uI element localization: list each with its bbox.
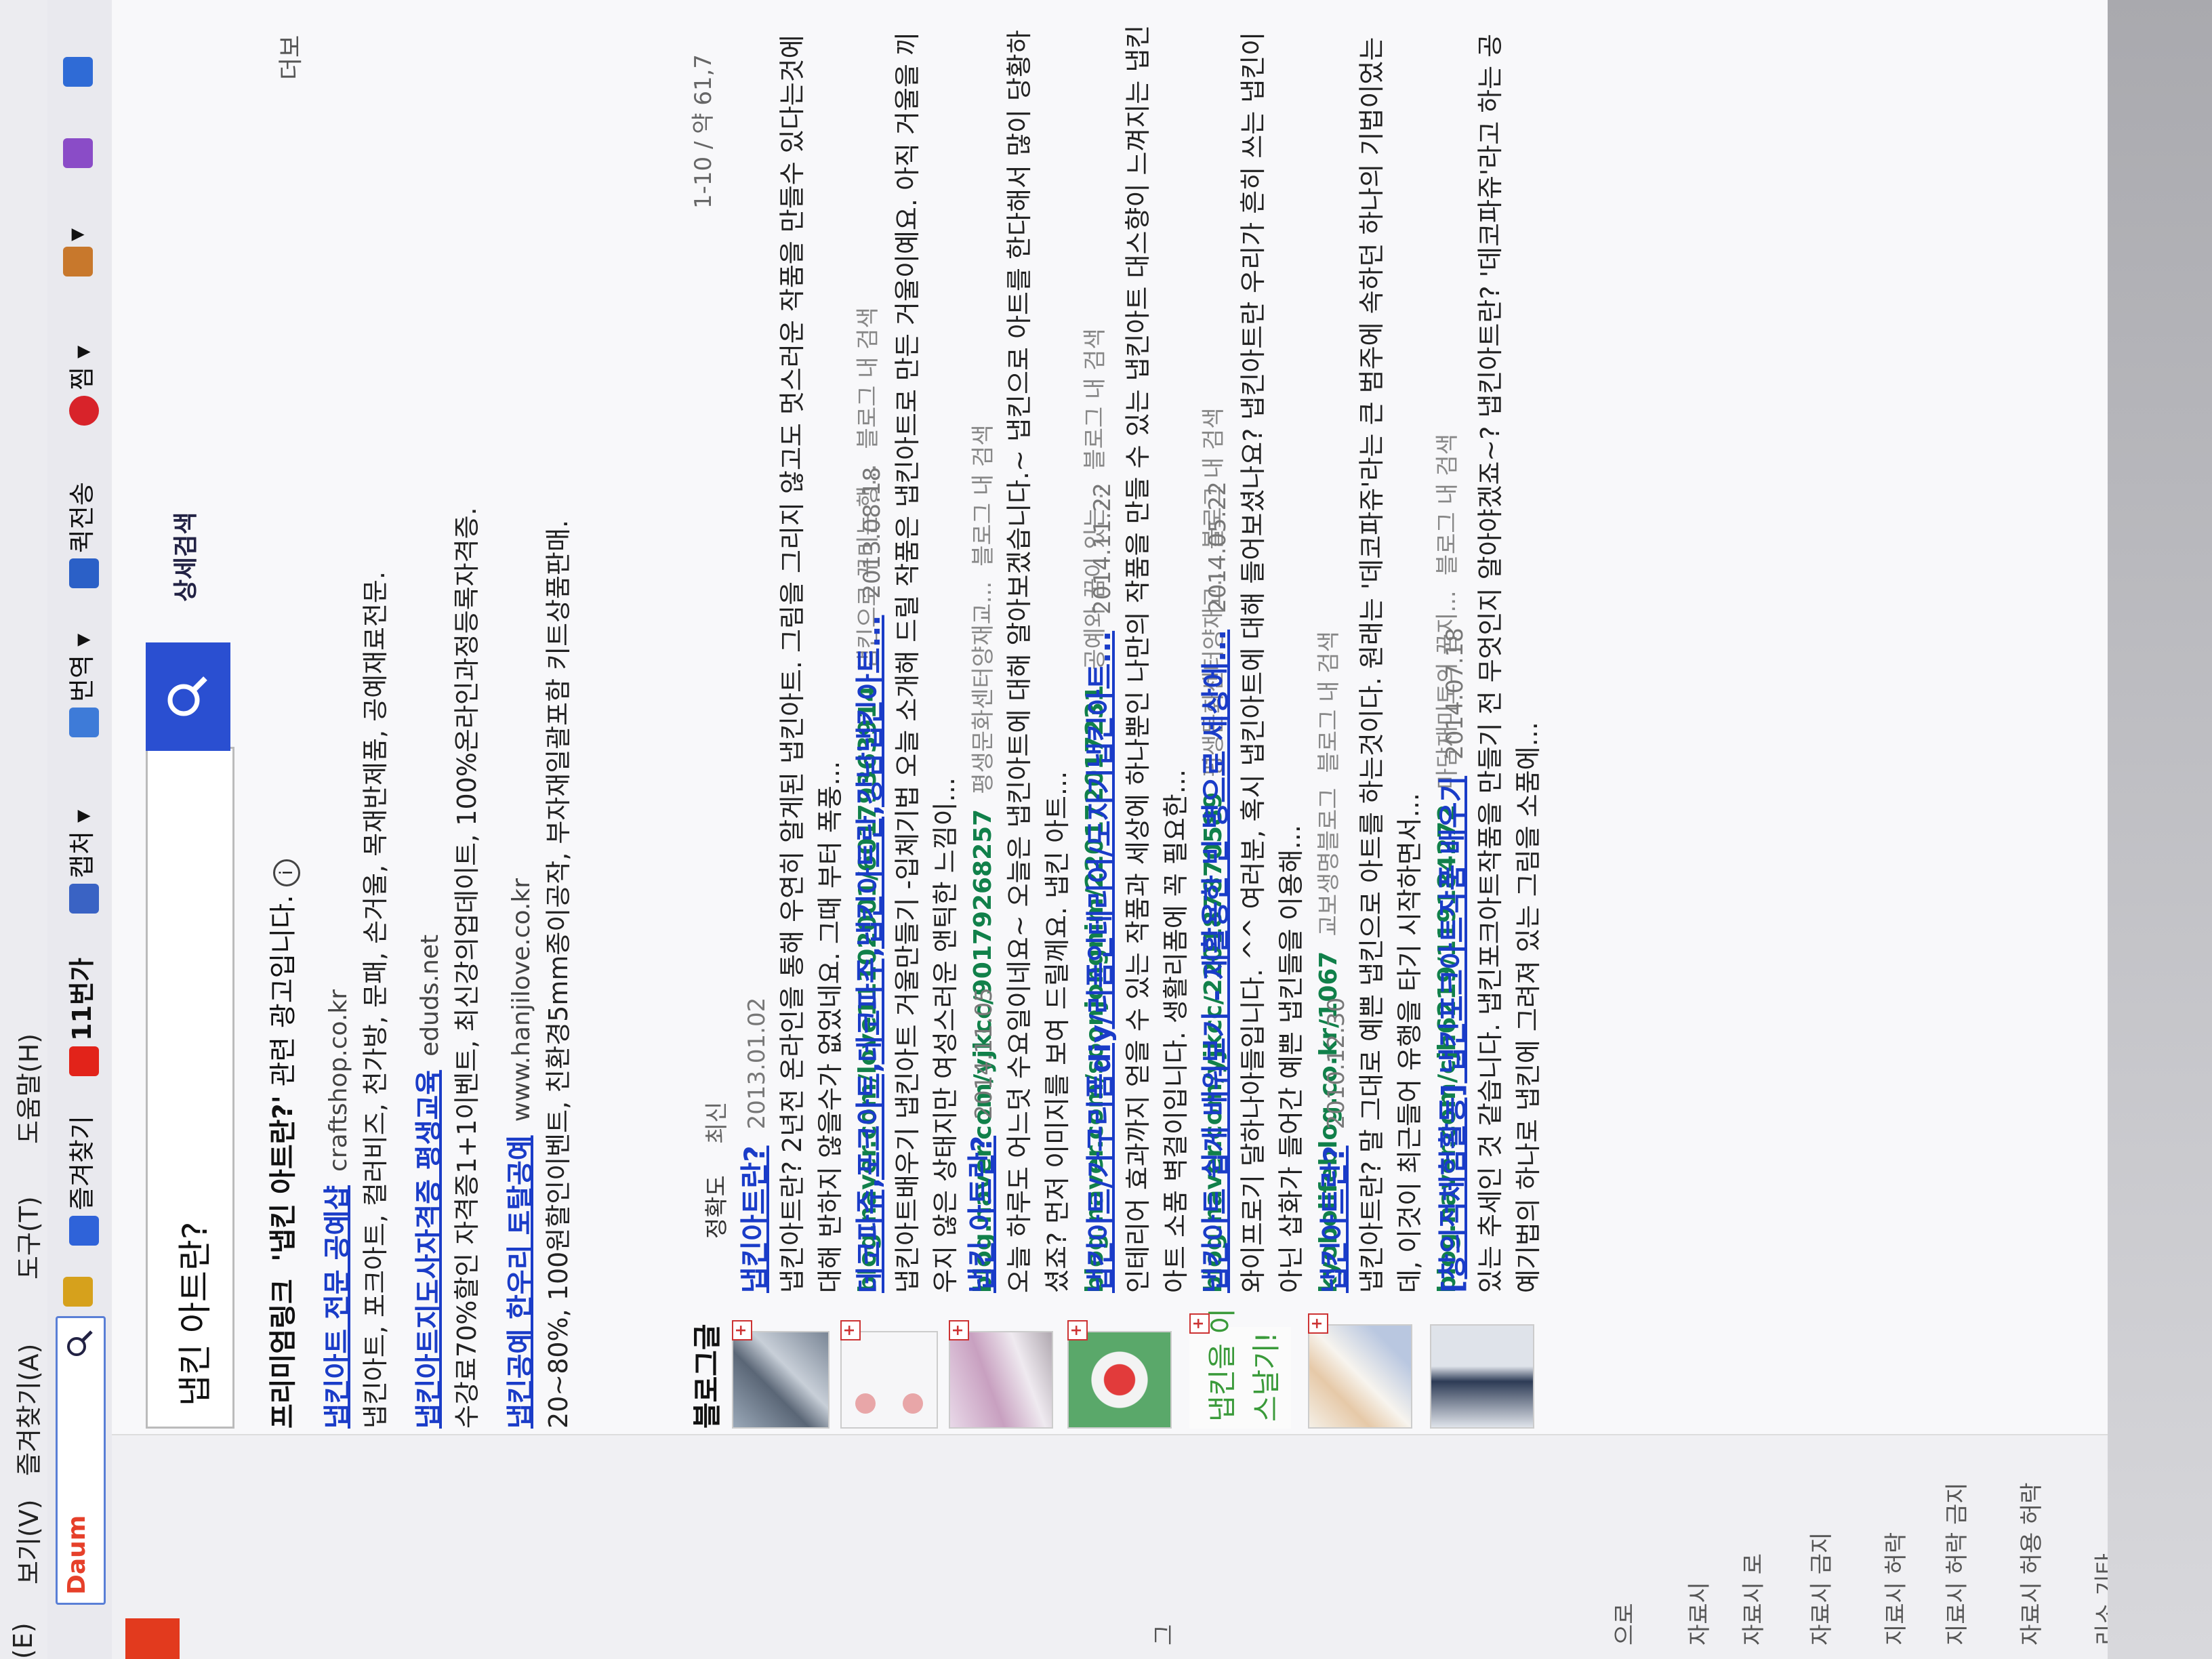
result-date: 2014.05.22 (1204, 481, 1231, 613)
ad-desc: 20~80%, 100원할인이벤트, 친환경5mm종이공작, 부자재일괄포함 키… (544, 520, 573, 1429)
result-date: 2014.11.05 (970, 987, 998, 1120)
result-snippet: 냅킨아트배우기 냅킨아트 거울만들기 -입체기법 오늘 소개해 드릴 작품은 냅… (893, 32, 960, 1293)
add-icon[interactable]: + (1308, 1313, 1328, 1334)
favorites-button[interactable]: 즐겨찾기 (61, 1115, 99, 1246)
result-snippet: 오늘 하루도 어느덧 수요일이네요~ 오늘은 냅킨아트에 대해 알아보겠습니다.… (1004, 30, 1072, 1293)
blog-heading: 블로그글 (691, 1324, 724, 1429)
result-snippet: 있는 추세인 것 같습니다. 냅킨포크아트작품을 만들기 전 무엇인지 알아야겠… (1475, 33, 1543, 1293)
result-title[interactable]: 냅킨아트란? (1317, 1145, 1351, 1293)
menu-view[interactable]: 보기(V) (8, 1499, 45, 1584)
search-icon (167, 676, 207, 716)
menu-favorites[interactable]: 즐겨찾기(A) (8, 1344, 45, 1477)
menu-tools[interactable]: 도구(T) (8, 1196, 45, 1279)
browser-toolbar: Daum 즐겨찾기 11번가 캡처 ▾ 번역 ▾ 퀵전송 찜 ▾ ▾ (47, 0, 113, 1659)
11st-icon (68, 1046, 99, 1076)
e-icon[interactable] (61, 52, 93, 87)
leftnav-item[interactable]: 자료시 (1681, 1582, 1714, 1645)
advanced-search-link[interactable]: 상세검색 (166, 512, 201, 602)
leftnav-item[interactable]: 자료시 허용 허락 (2013, 1482, 2046, 1645)
calendar-icon[interactable] (61, 133, 93, 168)
result-title[interactable]: 냅킨아트 쉽게 배워보기 - 재활용한 빈 병으로 세상에... (1199, 630, 1232, 1293)
result-date: 2010.12.30 (1323, 997, 1350, 1130)
sort-accuracy[interactable]: 정확도 (698, 1175, 731, 1239)
capture-button[interactable]: 캡처 ▾ (61, 810, 99, 914)
daum-search-box[interactable]: Daum (56, 1316, 106, 1605)
quick-send-button[interactable]: 퀵전송 (61, 482, 99, 588)
ad-title[interactable]: 냅킨아트 전문 공예샵 (322, 1185, 353, 1429)
result-snippet: 와이프로기 달하나아들입니다. ^^ 여러분, 혹시 냅킨아트에 대해 들어보셨… (1238, 31, 1306, 1293)
premium-ad: 냅킨공예 한우리 토탈공예 www.hanjilove.co.kr 20~80%,… (498, 520, 575, 1429)
search-input[interactable]: 냅킨 아트란? (146, 747, 234, 1429)
search-icon[interactable] (64, 1329, 94, 1359)
add-icon[interactable]: + (1189, 1313, 1210, 1334)
result-thumbnail[interactable] (949, 1331, 1053, 1429)
more-link[interactable]: 더보 (271, 35, 306, 80)
add-icon[interactable]: + (840, 1320, 861, 1340)
leftnav-item[interactable]: 자료시 로 (1735, 1553, 1768, 1645)
heart-icon (68, 396, 99, 426)
search-button[interactable] (146, 642, 230, 751)
daum-logo: Daum (63, 1515, 91, 1595)
ad-desc: 수강료70%할인 자격증1+1이벤트, 최신강의업데이트, 100%온라인과정등… (452, 507, 482, 1429)
daum-logo-mark (125, 1618, 180, 1659)
result-count: 1-10 / 약 61,7 (690, 54, 717, 209)
result-thumbnail[interactable] (840, 1331, 938, 1429)
11st-button[interactable]: 11번가 (61, 958, 99, 1076)
translate-button[interactable]: 번역 ▾ (61, 634, 99, 737)
result-thumbnail[interactable] (1430, 1324, 1534, 1429)
result-title[interactable]: 냅킨아트/가구리폼diy/리폼인테리어/도자기냅킨아트... (1084, 631, 1117, 1293)
result-date: 2014.11.22 (1089, 483, 1116, 615)
jjim-button[interactable]: 찜 ▾ (61, 346, 99, 426)
add-icon[interactable]: + (1067, 1320, 1088, 1340)
ad-desc: 냅킨아트, 포크아트, 컬러비즈, 천가방, 문패, 손거울, 목재반제품, 공… (361, 571, 390, 1429)
result-snippet: 냅킨아트란? 말 그대로 예쁜 냅킨으로 아트를 하는것이다. 원래는 '데코파… (1357, 37, 1425, 1293)
result-thumbnail[interactable] (732, 1331, 830, 1429)
leftnav-item[interactable]: 지료시 허락 금지 (1938, 1482, 1971, 1645)
info-icon[interactable]: i (273, 859, 300, 886)
ad-url: craftshop.co.kr (325, 989, 352, 1172)
add-icon[interactable]: + (732, 1320, 752, 1340)
handwritten-line2: 스날기! (1250, 1332, 1283, 1422)
menu-help[interactable]: 도움말(H) (8, 1033, 45, 1144)
result-date: 2013.08.18 (859, 466, 886, 599)
rotated-screen: (E) 보기(V) 즐겨찾기(A) 도구(T) 도움말(H) Daum 즐겨찾기… (0, 0, 2212, 1659)
menu-edit[interactable]: (E) (8, 1622, 38, 1659)
ad-title[interactable]: 냅킨공예 한우리 토탈공예 (505, 1135, 536, 1429)
translate-icon (68, 708, 99, 737)
broom-icon[interactable]: ▾ (61, 228, 93, 276)
monitor-edge (2108, 0, 2212, 1659)
star-icon (68, 1216, 99, 1246)
ad-url: www.hanjilove.co.kr (508, 878, 535, 1122)
premium-heading: 프리미엄링크 '냅킨 아트란?' 관련 광고입니다. i (261, 859, 300, 1429)
leftnav-item[interactable]: 으로 (1606, 1603, 1639, 1645)
ad-url: eduds.net (416, 934, 444, 1057)
result-snippet: 인테리어 효과까지 얻을 수 있는 작품과 세상에 하나뿐인 나만의 작품을 만… (1123, 24, 1191, 1293)
result-thumbnail[interactable]: 냅킨을 이 스날기! (1189, 1308, 1291, 1429)
result-title[interactable]: 냅킨 아트란? (965, 1136, 998, 1293)
result-snippet: 냅킨아트란? 2년전 온라인을 통해 우연히 알게된 냅킨아트. 그림을 그리지… (777, 35, 845, 1293)
ad-title[interactable]: 냅킨아트지도사자격증 평생교육 (413, 1070, 445, 1429)
result-date: 2014.07.18 (1441, 628, 1469, 760)
result-title[interactable]: 냅킨아트란? (738, 1145, 771, 1293)
leftnav-item[interactable]: 지료시 허락 (1877, 1532, 1910, 1645)
result-thumbnail[interactable] (1308, 1324, 1412, 1429)
add-icon[interactable]: + (949, 1320, 969, 1340)
result-thumbnail[interactable] (1067, 1331, 1172, 1429)
capture-icon (68, 884, 99, 914)
leftnav-item: 그 (1151, 1624, 1178, 1645)
menu-bar: (E) 보기(V) 즐겨찾기(A) 도구(T) 도움말(H) (0, 0, 48, 1659)
result-item: [창의적체험활동] 냅킨포크아트작품 배우기 2014.07.18 있는 추세인 … (1430, 19, 1547, 1293)
result-date: 2013.01.02 (743, 997, 771, 1130)
key-icon[interactable] (61, 1271, 93, 1307)
lightning-icon (68, 558, 99, 588)
sort-recent[interactable]: 최신 (698, 1101, 731, 1144)
premium-ad: 냅킨아트 전문 공예샵 craftshop.co.kr 냅킨아트, 포크아트, 컬… (315, 571, 392, 1429)
result-title[interactable]: [창의적체험활동] 냅킨포크아트작품 배우기 (1436, 776, 1469, 1293)
leftnav-item[interactable]: 자료시 금지 (1803, 1532, 1836, 1645)
premium-ad: 냅킨아트지도사자격증 평생교육 eduds.net 수강료70%할인 자격증1+1… (407, 507, 483, 1429)
result-title[interactable]: 데코파쥬,포크아트,데코파주,냅킨아트란,강남냅킨아트... (853, 615, 886, 1293)
